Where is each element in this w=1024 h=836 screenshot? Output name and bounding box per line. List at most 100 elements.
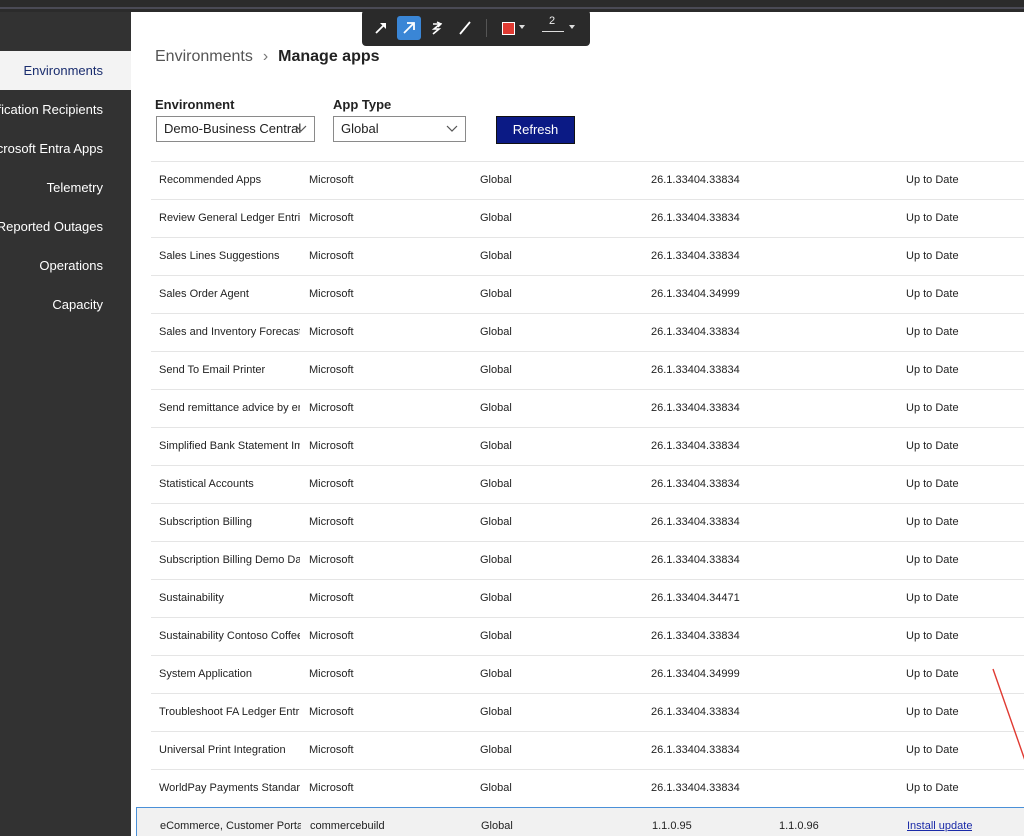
chevron-down-icon	[446, 125, 458, 132]
sidebar-item-environments[interactable]: Environments	[0, 51, 131, 90]
table-row[interactable]: Simplified Bank Statement Import Microsof…	[151, 427, 1024, 465]
sidebar-item-label: Operations	[39, 258, 103, 273]
table-row[interactable]: Sustainability Contoso Coffee Microsoft Gl…	[151, 617, 1024, 655]
app-name-cell: Sales and Inventory Forecast	[159, 326, 300, 338]
publisher-cell: Microsoft	[309, 744, 354, 756]
environment-select[interactable]: Demo-Business Central	[156, 116, 315, 142]
status-cell: Up to Date	[906, 782, 959, 794]
status-cell: Up to Date	[906, 744, 959, 756]
table-row[interactable]: Statistical Accounts Microsoft Global 26.1.…	[151, 465, 1024, 503]
line-icon[interactable]	[453, 16, 477, 40]
version-cell: 26.1.33404.33834	[651, 212, 740, 224]
app-name-cell: WorldPay Payments Standard	[159, 782, 300, 794]
status-cell: Up to Date	[906, 478, 959, 490]
table-row[interactable]: Sustainability Microsoft Global 26.1.33404.…	[151, 579, 1024, 617]
status-cell: Up to Date	[906, 250, 959, 262]
publisher-cell: Microsoft	[309, 364, 354, 376]
arrow-icon[interactable]	[369, 16, 393, 40]
table-row[interactable]: Sales Lines Suggestions Microsoft Global 26…	[151, 237, 1024, 275]
sidebar-item-reported-outages[interactable]: Reported Outages	[0, 207, 131, 246]
stroke-width-value[interactable]: 2	[549, 15, 555, 27]
app-name-cell: Subscription Billing Demo Data	[159, 554, 300, 566]
app-type-cell: Global	[480, 212, 512, 224]
status-cell: Up to Date	[906, 288, 959, 300]
version-cell: 26.1.33404.33834	[651, 174, 740, 186]
breadcrumb-environments-link[interactable]: Environments	[155, 48, 253, 66]
arrow-outline-icon[interactable]	[397, 16, 421, 40]
sidebar-item-label: Microsoft Entra Apps	[0, 141, 103, 156]
table-row[interactable]: Send To Email Printer Microsoft Global 26.1…	[151, 351, 1024, 389]
table-row[interactable]: System Application Microsoft Global 26.1.33…	[151, 655, 1024, 693]
version-cell: 1.1.0.95	[652, 820, 692, 832]
table-row[interactable]: Troubleshoot FA Ledger Entries Microsoft G…	[151, 693, 1024, 731]
annotation-toolbar: 2	[362, 10, 590, 46]
sidebar-item-capacity[interactable]: Capacity	[0, 285, 131, 324]
app-name-cell: Sales Lines Suggestions	[159, 250, 280, 262]
page-title: Manage apps	[278, 48, 380, 65]
color-picker-button[interactable]	[496, 16, 520, 40]
table-row[interactable]: WorldPay Payments Standard Microsoft Globa…	[151, 769, 1024, 807]
table-row[interactable]: Recommended Apps Microsoft Global 26.1.3340…	[151, 161, 1024, 199]
app-name-cell: Universal Print Integration	[159, 744, 286, 756]
app-type-cell: Global	[480, 516, 512, 528]
sidebar-item-microsoft-entra-apps[interactable]: Microsoft Entra Apps	[0, 129, 131, 168]
publisher-cell: Microsoft	[309, 782, 354, 794]
app-type-select[interactable]: Global	[333, 116, 466, 142]
publisher-cell: Microsoft	[309, 668, 354, 680]
toolbar-separator	[486, 19, 487, 37]
app-name-cell: Troubleshoot FA Ledger Entries	[159, 706, 300, 718]
app-name-cell: Sustainability	[159, 592, 224, 604]
table-row[interactable]: Review General Ledger Entries Microsoft Gl…	[151, 199, 1024, 237]
app-type-cell: Global	[480, 364, 512, 376]
app-type-select-value: Global	[341, 121, 379, 136]
status-cell: Up to Date	[906, 174, 959, 186]
app-type-cell: Global	[480, 554, 512, 566]
app-type-cell: Global	[480, 478, 512, 490]
environment-select-value: Demo-Business Central	[164, 121, 302, 136]
publisher-cell: Microsoft	[309, 706, 354, 718]
table-row[interactable]: Subscription Billing Microsoft Global 26.1.…	[151, 503, 1024, 541]
publisher-cell: Microsoft	[309, 592, 354, 604]
refresh-button[interactable]: Refresh	[496, 116, 575, 144]
main-content: Environments › Manage apps Environment D…	[131, 12, 1024, 836]
table-row[interactable]: Subscription Billing Demo Data Microsoft G…	[151, 541, 1024, 579]
table-row[interactable]: Send remittance advice by email Microsoft…	[151, 389, 1024, 427]
app-type-cell: Global	[480, 782, 512, 794]
app-name-cell: Statistical Accounts	[159, 478, 254, 490]
publisher-cell: Microsoft	[309, 250, 354, 262]
app-type-cell: Global	[480, 174, 512, 186]
install-update-link[interactable]: Install update	[907, 808, 972, 836]
app-type-cell: Global	[480, 668, 512, 680]
status-cell: Up to Date	[906, 630, 959, 642]
app-name-cell: Recommended Apps	[159, 174, 262, 186]
publisher-cell: Microsoft	[309, 288, 354, 300]
table-row[interactable]: Sales Order Agent Microsoft Global 26.1.334…	[151, 275, 1024, 313]
publisher-cell: Microsoft	[309, 516, 354, 528]
version-cell: 26.1.33404.33834	[651, 516, 740, 528]
publisher-cell: Microsoft	[309, 212, 354, 224]
publisher-cell: Microsoft	[309, 174, 354, 186]
status-cell: Up to Date	[906, 212, 959, 224]
pen-arrow-icon[interactable]	[425, 16, 449, 40]
version-cell: 26.1.33404.33834	[651, 364, 740, 376]
version-cell: 26.1.33404.33834	[651, 478, 740, 490]
sidebar-item-label: Telemetry	[46, 180, 103, 195]
publisher-cell: Microsoft	[309, 478, 354, 490]
sidebar-item-notification-recipients[interactable]: Notification Recipients	[0, 90, 131, 129]
version-cell: 26.1.33404.33834	[651, 744, 740, 756]
sidebar-item-label: Notification Recipients	[0, 102, 103, 117]
app-name-cell: Sales Order Agent	[159, 288, 249, 300]
version-cell: 26.1.33404.33834	[651, 706, 740, 718]
status-cell: Up to Date	[906, 326, 959, 338]
status-cell: Up to Date	[906, 592, 959, 604]
sidebar-item-telemetry[interactable]: Telemetry	[0, 168, 131, 207]
table-row[interactable]: Universal Print Integration Microsoft Glob…	[151, 731, 1024, 769]
publisher-cell: Microsoft	[309, 630, 354, 642]
table-row[interactable]: eCommerce, Customer Portals commercebuild…	[136, 807, 1024, 836]
status-cell: Up to Date	[906, 668, 959, 680]
app-name-cell: Review General Ledger Entries	[159, 212, 300, 224]
sidebar-item-operations[interactable]: Operations	[0, 246, 131, 285]
app-name-cell: Send To Email Printer	[159, 364, 266, 376]
sidebar: Environments Notification Recipients Mic…	[0, 12, 131, 836]
table-row[interactable]: Sales and Inventory Forecast Microsoft Glo…	[151, 313, 1024, 351]
